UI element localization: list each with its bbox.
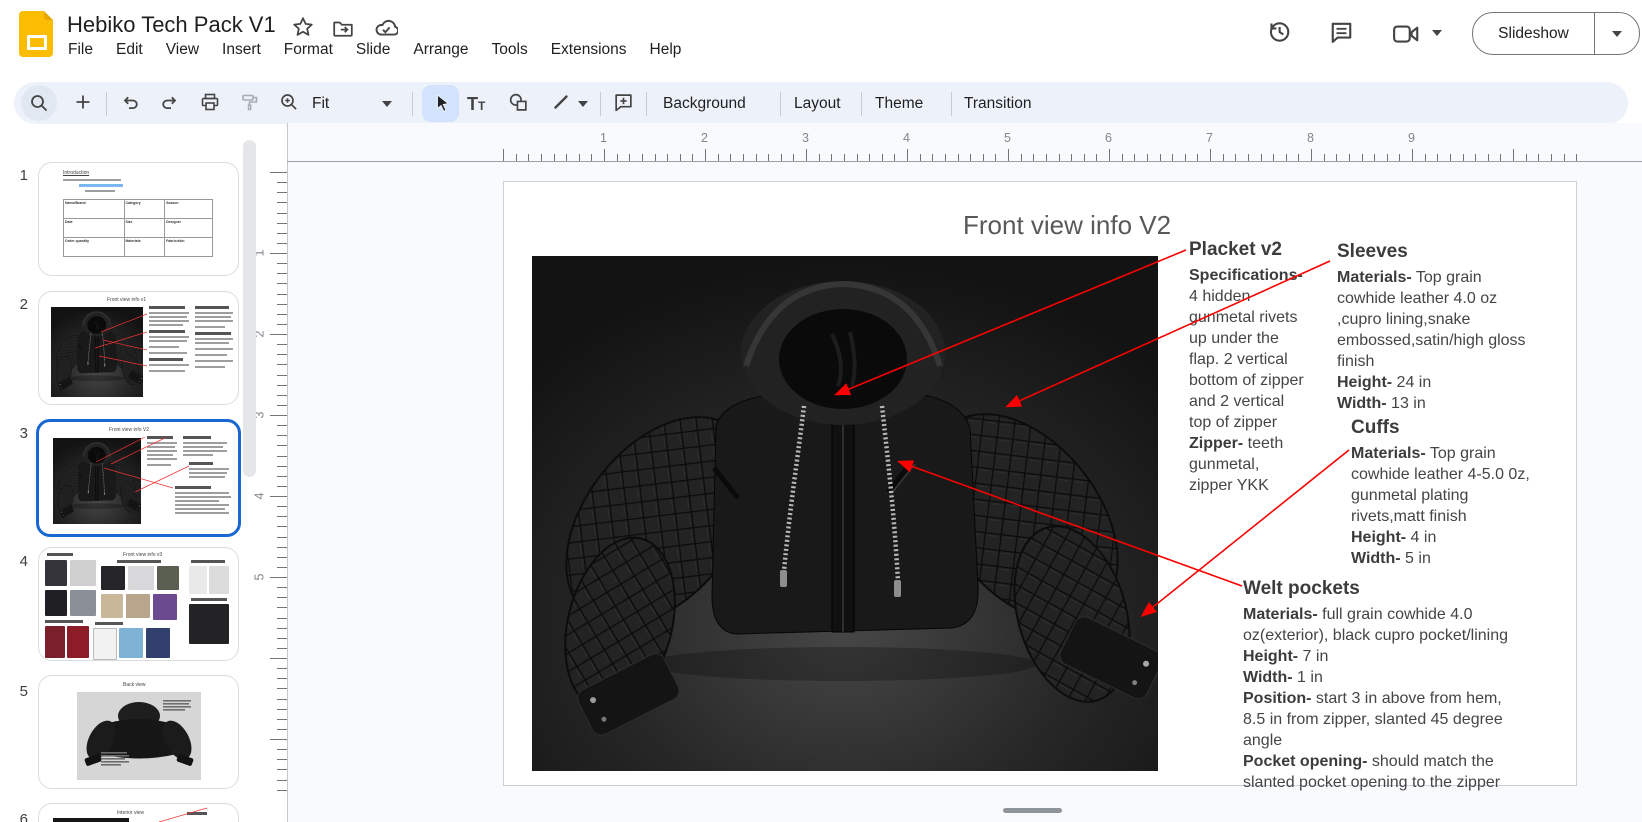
toolbar-divider (861, 92, 862, 116)
thumb-annotation-lines (39, 422, 238, 534)
menu-tools[interactable]: Tools (492, 41, 528, 59)
ruler-number: 6 (1105, 131, 1112, 145)
slide-number: 3 (8, 425, 28, 442)
thumb-title: Introduction (63, 170, 89, 176)
slide-thumbnail-1[interactable]: Introduction Name/Brand Category Season … (38, 162, 239, 276)
thumb-annotation-lines (39, 292, 238, 404)
cloud-saved-icon[interactable] (374, 17, 398, 39)
google-slides-app: Hebiko Tech Pack V1 File Edit View Inser… (0, 0, 1642, 822)
shape-tool-icon[interactable] (508, 92, 529, 113)
ruler-number: 5 (1004, 131, 1011, 145)
ruler-number: 7 (1206, 131, 1213, 145)
menu-file[interactable]: File (68, 41, 93, 59)
ruler-number: 5 (252, 574, 266, 581)
layout-button[interactable]: Layout (794, 95, 841, 113)
meet-dropdown-caret-icon[interactable] (1432, 30, 1442, 36)
toolbar-divider (412, 92, 413, 116)
menu-format[interactable]: Format (284, 41, 333, 59)
version-history-icon[interactable] (1266, 19, 1292, 45)
annotation-arrows (503, 181, 1578, 786)
slideshow-button[interactable]: Slideshow (1473, 25, 1594, 43)
star-icon[interactable] (292, 16, 314, 38)
menu-extensions[interactable]: Extensions (551, 41, 627, 59)
slide-thumbnail-5[interactable]: Back view (38, 675, 239, 789)
insert-comment-icon[interactable] (613, 92, 634, 113)
search-icon (29, 93, 49, 113)
horizontal-ruler (287, 161, 1642, 162)
slideshow-options-button[interactable] (1595, 31, 1639, 37)
meet-camera-icon[interactable] (1392, 24, 1420, 44)
toolbar-divider (951, 92, 952, 116)
menu-arrange[interactable]: Arrange (413, 41, 468, 59)
menu-insert[interactable]: Insert (222, 41, 261, 59)
slide-thumbnail-3-selected[interactable]: Front view info V2 (36, 419, 241, 537)
ruler-number: 1 (600, 131, 607, 145)
ruler-number: 2 (701, 131, 708, 145)
menu-view[interactable]: View (166, 41, 199, 59)
slide-thumbnail-4[interactable]: Front view info v3 (38, 547, 239, 661)
toolbar-divider (600, 92, 601, 116)
new-slide-plus-icon[interactable] (73, 92, 93, 112)
transition-button[interactable]: Transition (964, 95, 1031, 113)
filmstrip-scrollbar[interactable] (243, 140, 256, 477)
slide-thumbnail-2[interactable]: Front view info v1 (38, 291, 239, 405)
slides-logo[interactable] (19, 11, 53, 57)
ruler-number: 9 (1408, 131, 1415, 145)
slide-number: 2 (8, 296, 28, 313)
thumb-intro-table: Name/Brand Category Season Date Size Des… (63, 199, 213, 257)
menu-help[interactable]: Help (650, 41, 682, 59)
paint-format-icon[interactable] (240, 92, 260, 112)
toolbar-divider (780, 92, 781, 116)
thumb-title: Back view (123, 682, 146, 688)
menu-edit[interactable]: Edit (116, 41, 143, 59)
move-to-folder-icon[interactable] (332, 17, 354, 39)
toolbar-divider (106, 92, 107, 116)
toolbar-divider (646, 92, 647, 116)
jacket-back-photo (77, 692, 201, 780)
slideshow-button-group: Slideshow (1472, 12, 1640, 55)
zoom-icon[interactable] (279, 92, 299, 112)
thumb-title: Front view info v3 (123, 552, 162, 558)
slide-number: 5 (8, 683, 28, 700)
ruler-number: 4 (252, 493, 266, 500)
line-caret-icon[interactable] (578, 101, 588, 107)
document-title[interactable]: Hebiko Tech Pack V1 (67, 12, 276, 38)
select-cursor-icon[interactable] (431, 92, 453, 114)
chevron-down-icon (1612, 31, 1622, 37)
menu-bar: File Edit View Insert Format Slide Arran… (68, 41, 681, 59)
slide-number: 1 (8, 167, 28, 184)
slide-number: 6 (8, 811, 28, 822)
line-tool-icon[interactable] (551, 92, 571, 112)
menu-slide[interactable]: Slide (356, 41, 390, 59)
textbox-tool-icon[interactable]: TT (467, 94, 485, 115)
print-icon[interactable] (200, 92, 220, 112)
zoom-caret-icon[interactable] (382, 101, 392, 107)
horizontal-scrollbar[interactable] (1003, 808, 1062, 813)
undo-icon[interactable] (120, 92, 140, 112)
comments-icon[interactable] (1329, 20, 1354, 45)
redo-icon[interactable] (160, 92, 180, 112)
ruler-number: 4 (903, 131, 910, 145)
theme-button[interactable]: Theme (875, 95, 923, 113)
ruler-number: 8 (1307, 131, 1314, 145)
ruler-number: 3 (802, 131, 809, 145)
slide-thumbnail-6[interactable]: Interior view (38, 803, 239, 822)
zoom-select-value[interactable]: Fit (312, 95, 329, 113)
background-button[interactable]: Background (663, 95, 746, 113)
slide-number: 4 (8, 553, 28, 570)
